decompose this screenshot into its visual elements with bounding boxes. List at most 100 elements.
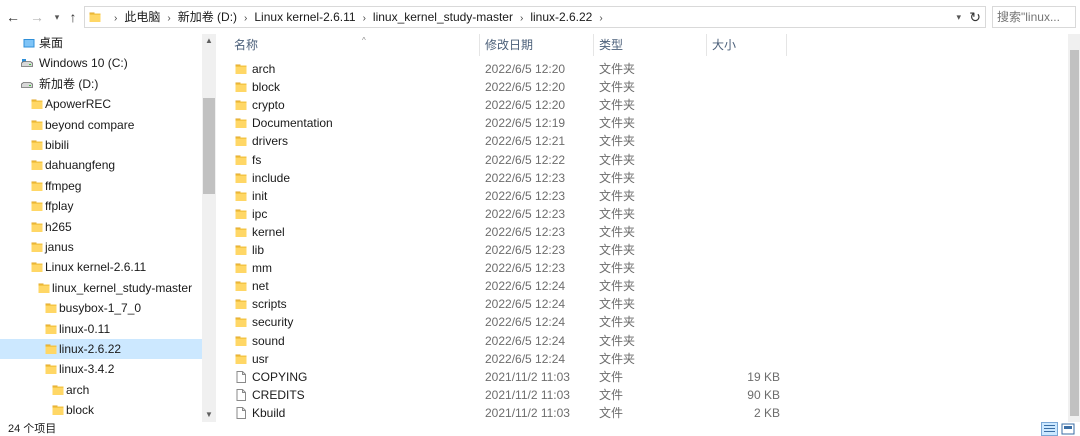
file-row[interactable]: init 2022/6/5 12:23 文件夹: [218, 187, 788, 205]
folder-icon: [235, 317, 247, 328]
up-button[interactable]: ↑: [64, 8, 82, 26]
column-header-date-label: 修改日期: [485, 38, 534, 52]
file-row[interactable]: COPYING 2021/11/2 11:03 文件 19 KB: [218, 368, 788, 386]
nav-tree-item[interactable]: arch: [0, 380, 202, 400]
scroll-down-icon[interactable]: ▼: [202, 408, 216, 422]
nav-tree-item[interactable]: janus: [0, 237, 202, 257]
search-input[interactable]: [997, 9, 1073, 25]
file-row[interactable]: mm 2022/6/5 12:23 文件夹: [218, 259, 788, 277]
file-type: 文件夹: [599, 116, 636, 131]
nav-tree-item[interactable]: Windows 10 (C:): [0, 53, 202, 73]
file-row[interactable]: drivers 2022/6/5 12:21 文件夹: [218, 132, 788, 150]
nav-tree-item[interactable]: linux-2.6.22: [0, 339, 202, 359]
nav-tree-item-label: arch: [66, 382, 90, 397]
file-row[interactable]: sound 2022/6/5 12:24 文件夹: [218, 332, 788, 350]
nav-tree-item-label: ffmpeg: [45, 178, 82, 193]
nav-tree-item-label: linux-0.11: [59, 321, 111, 336]
scrollbar-thumb[interactable]: [203, 98, 215, 194]
file-row[interactable]: ipc 2022/6/5 12:23 文件夹: [218, 205, 788, 223]
file-name: init: [252, 188, 268, 203]
chevron-right-icon[interactable]: ›: [599, 9, 602, 29]
nav-tree-item[interactable]: ffmpeg: [0, 176, 202, 196]
file-row[interactable]: usr 2022/6/5 12:24 文件夹: [218, 350, 788, 368]
address-dropdown-icon[interactable]: ▾: [956, 7, 961, 27]
file-type: 文件夹: [599, 297, 636, 312]
search-box[interactable]: [992, 6, 1076, 28]
file-icon: [236, 388, 246, 401]
file-row[interactable]: fs 2022/6/5 12:22 文件夹: [218, 151, 788, 169]
file-row[interactable]: net 2022/6/5 12:24 文件夹: [218, 277, 788, 295]
nav-tree-item[interactable]: 新加卷 (D:): [0, 74, 202, 94]
file-type: 文件夹: [599, 62, 636, 76]
nav-tree-item[interactable]: block: [0, 400, 202, 420]
column-header-type[interactable]: 类型: [593, 34, 707, 56]
forward-button[interactable]: →: [28, 8, 46, 26]
scroll-up-icon[interactable]: ▲: [202, 34, 216, 48]
column-headers: 名称 ^ 修改日期 类型 大小: [218, 34, 1068, 56]
file-list-scrollbar[interactable]: [1068, 34, 1080, 422]
breadcrumb-item[interactable]: linux-2.6.22: [530, 7, 592, 27]
file-row[interactable]: include 2022/6/5 12:23 文件夹: [218, 169, 788, 187]
navigation-scrollbar[interactable]: ▲ ▼: [202, 34, 216, 422]
details-view-icon[interactable]: [1041, 422, 1058, 436]
large-icons-view-icon[interactable]: [1061, 423, 1075, 435]
nav-tree-item[interactable]: h265: [0, 217, 202, 237]
folder-icon: [52, 405, 64, 416]
column-header-size[interactable]: 大小: [706, 34, 787, 56]
file-icon: [236, 370, 246, 383]
nav-tree-item-label: Linux kernel-2.6.11: [45, 260, 147, 275]
file-row[interactable]: arch 2022/6/5 12:20 文件夹: [218, 60, 788, 78]
nav-tree-item[interactable]: Linux kernel-2.6.11: [0, 257, 202, 277]
folder-icon: [235, 336, 247, 346]
file-type: 文件夹: [599, 188, 636, 203]
chevron-right-icon[interactable]: ›: [520, 9, 523, 29]
scrollbar-thumb[interactable]: [1070, 50, 1079, 416]
nav-tree-item-label: dahuangfeng: [45, 158, 116, 173]
system-drive-icon: [21, 59, 33, 68]
refresh-button[interactable]: ↻: [969, 7, 981, 27]
nav-tree-item-label: 新加卷 (D:): [39, 76, 99, 91]
nav-tree-item[interactable]: linux-3.4.2: [0, 359, 202, 379]
file-row[interactable]: security 2022/6/5 12:24 文件夹: [218, 313, 788, 331]
file-type: 文件夹: [599, 80, 636, 95]
file-row[interactable]: Kbuild 2021/11/2 11:03 文件 2 KB: [218, 404, 788, 422]
file-list-pane: 名称 ^ 修改日期 类型 大小 arch 2022/6/5 12:20 文件夹 blo…: [218, 34, 1068, 422]
file-type: 文件: [599, 405, 624, 420]
file-row[interactable]: block 2022/6/5 12:20 文件夹: [218, 78, 788, 96]
address-bar[interactable]: › 此电脑 › 新加卷 (D:) › Linux kernel-2.6.11 › linux_…: [84, 6, 986, 28]
breadcrumb-item[interactable]: linux_kernel_study-master: [373, 7, 513, 27]
file-modified-date: 2022/6/5 12:23: [485, 188, 566, 203]
folder-icon: [31, 181, 43, 191]
nav-tree-item[interactable]: busybox-1_7_0: [0, 298, 202, 318]
back-button[interactable]: ←: [4, 8, 22, 26]
nav-tree-item[interactable]: ffplay: [0, 196, 202, 216]
file-row[interactable]: Documentation 2022/6/5 12:19 文件夹: [218, 114, 788, 132]
chevron-right-icon[interactable]: ›: [363, 9, 366, 29]
nav-tree-item[interactable]: 桌面: [0, 34, 202, 53]
nav-tree-item[interactable]: beyond compare: [0, 115, 202, 135]
breadcrumb-item[interactable]: 新加卷 (D:): [178, 7, 237, 27]
nav-tree-item[interactable]: linux_kernel_study-master: [0, 278, 202, 298]
nav-tree-item[interactable]: bibili: [0, 135, 202, 155]
nav-tree-item[interactable]: linux-0.11: [0, 319, 202, 339]
file-row[interactable]: crypto 2022/6/5 12:20 文件夹: [218, 96, 788, 114]
file-row[interactable]: scripts 2022/6/5 12:24 文件夹: [218, 295, 788, 313]
chevron-right-icon[interactable]: ›: [244, 9, 247, 29]
chevron-right-icon[interactable]: ›: [114, 9, 117, 29]
nav-tree-item[interactable]: dahuangfeng: [0, 155, 202, 175]
nav-tree-item[interactable]: ApowerREC: [0, 94, 202, 114]
file-modified-date: 2021/11/2 11:03: [485, 369, 570, 384]
folder-icon: [38, 283, 50, 293]
folder-icon: [235, 209, 247, 219]
breadcrumb-item[interactable]: 此电脑: [124, 7, 160, 27]
file-name: lib: [252, 243, 265, 257]
column-header-date[interactable]: 修改日期: [479, 34, 594, 56]
breadcrumb-item[interactable]: Linux kernel-2.6.11: [254, 7, 355, 27]
column-header-name[interactable]: 名称 ^: [228, 34, 480, 56]
file-row[interactable]: lib 2022/6/5 12:23 文件夹: [218, 241, 788, 259]
chevron-right-icon[interactable]: ›: [167, 9, 170, 29]
file-row[interactable]: CREDITS 2021/11/2 11:03 文件 90 KB: [218, 386, 788, 404]
file-name: fs: [252, 152, 262, 167]
folder-icon: [235, 100, 247, 111]
file-row[interactable]: kernel 2022/6/5 12:23 文件夹: [218, 223, 788, 241]
